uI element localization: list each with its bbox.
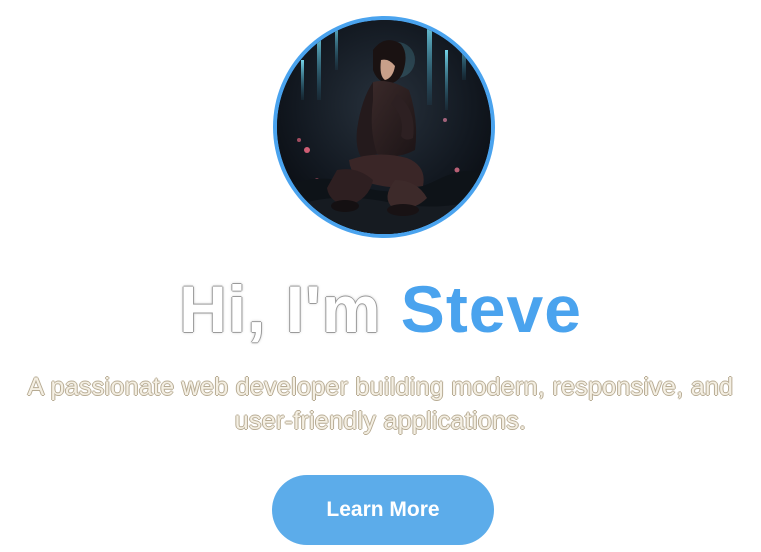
tagline: A passionate web developer building mode…: [27, 373, 734, 435]
learn-more-button[interactable]: Learn More: [272, 475, 494, 545]
headline-name: Steve: [400, 272, 582, 346]
page-title: Hi, I'm Steve: [0, 270, 761, 348]
avatar-illustration: [277, 20, 491, 234]
avatar: [277, 20, 491, 234]
hero-section: Hi, I'm Steve A passionate web developer…: [0, 0, 761, 552]
headline-greeting: Hi, I'm: [179, 272, 401, 346]
